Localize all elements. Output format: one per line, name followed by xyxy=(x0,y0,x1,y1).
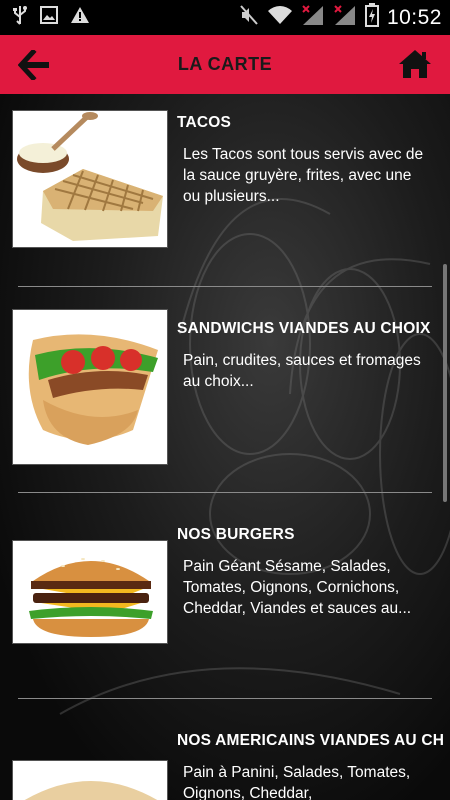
image-icon xyxy=(40,6,58,29)
battery-charging-icon xyxy=(364,3,379,32)
menu-list[interactable]: TACOS Les Tacos sont tous servis avec de… xyxy=(0,94,450,800)
americain-image xyxy=(12,760,168,800)
divider xyxy=(18,286,432,287)
home-icon xyxy=(398,50,432,84)
tacos-image xyxy=(12,110,168,248)
wifi-icon xyxy=(267,5,293,30)
item-title: NOS BURGERS xyxy=(177,526,295,543)
back-button[interactable] xyxy=(17,48,52,82)
item-description: Les Tacos sont tous servis avec de la sa… xyxy=(183,146,424,205)
item-title: NOS AMERICAINS VIANDES AU CH xyxy=(177,732,445,749)
page-title: LA CARTE xyxy=(177,54,273,74)
item-description: Pain à Panini, Salades, Tomates, Oignons… xyxy=(183,764,411,800)
item-description: Pain, crudites, sauces et fromages au ch… xyxy=(183,352,421,390)
mute-icon xyxy=(239,4,259,31)
sandwich-image xyxy=(12,309,168,465)
divider xyxy=(18,492,432,493)
signal-icon xyxy=(333,4,357,31)
signal-icon xyxy=(301,4,325,31)
status-bar: 10:52 xyxy=(0,0,450,35)
item-title: SANDWICHS VIANDES AU CHOIX xyxy=(177,320,431,337)
scrollbar[interactable] xyxy=(443,264,447,502)
item-description: Pain Géant Sésame, Salades, Tomates, Oig… xyxy=(183,558,412,617)
app-header: LA CARTE xyxy=(0,35,450,94)
warning-icon xyxy=(70,6,90,29)
arrow-left-icon xyxy=(17,48,52,84)
divider xyxy=(18,698,432,699)
item-title: TACOS xyxy=(177,114,232,131)
clock: 10:52 xyxy=(386,5,442,29)
home-button[interactable] xyxy=(398,48,432,80)
burger-image xyxy=(12,540,168,644)
usb-icon xyxy=(12,5,28,30)
